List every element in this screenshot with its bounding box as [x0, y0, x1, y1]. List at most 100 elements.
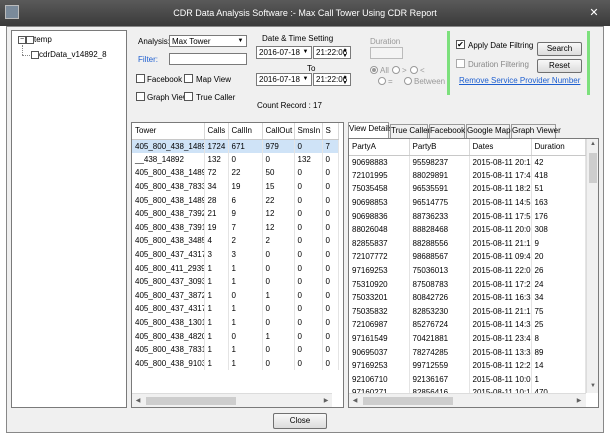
- column-header[interactable]: CallIn: [228, 123, 263, 140]
- tree-checkbox[interactable]: [31, 50, 39, 59]
- duration-gt-radio[interactable]: [392, 66, 400, 74]
- duration-between-radio[interactable]: [404, 77, 412, 85]
- call-detail-row[interactable]: 97169253 99712559 2015-08-11 12:2... 14: [349, 358, 586, 373]
- table-cell: 12: [262, 220, 295, 235]
- tower-row[interactable]: 405_800_437_3872 1 0 1 0 0: [132, 288, 339, 303]
- graph-view-checkbox[interactable]: [136, 92, 145, 101]
- to-time-spinner[interactable]: 21:22:06 ▲ ▼: [313, 73, 351, 86]
- tower-row[interactable]: 405_800_438_48201 1 0 1 0 0: [132, 329, 339, 343]
- scroll-left-icon[interactable]: ◀: [134, 397, 142, 404]
- tree-root-node[interactable]: − temp: [18, 35, 52, 44]
- column-header[interactable]: Dates: [469, 139, 532, 156]
- tower-table[interactable]: Tower Calls CallIn CallOut SmsIn S 405_800_43…: [131, 122, 344, 408]
- tower-row[interactable]: 405_800_438_14892 1724 671 979 0 7: [132, 139, 339, 153]
- duration-eq-radio[interactable]: [378, 77, 386, 85]
- call-detail-row[interactable]: 82855837 88288556 2015-08-11 21:1... 9: [349, 236, 586, 251]
- call-detail-row[interactable]: 75035458 96535591 2015-08-11 18:2... 51: [349, 182, 586, 196]
- tree-checkbox[interactable]: [26, 35, 34, 44]
- tower-row[interactable]: 405_800_437_30931 1 1 0 0 0: [132, 274, 339, 289]
- window-close-button[interactable]: ✕: [586, 5, 602, 21]
- tower-row[interactable]: 405_800_438_13013 1 1 0 0 0: [132, 315, 339, 330]
- tab-view-details[interactable]: View Details: [348, 122, 393, 138]
- to-date-picker[interactable]: 2016-07-18 ▼: [256, 73, 312, 86]
- tower-horizontal-scrollbar[interactable]: ◀ ▶: [132, 393, 332, 407]
- call-detail-row[interactable]: 72106987 85276724 2015-08-11 14:3... 25: [349, 318, 586, 332]
- duration-filtering-checkbox[interactable]: [456, 59, 465, 68]
- search-button[interactable]: Search: [537, 42, 582, 56]
- scroll-thumb[interactable]: [146, 397, 236, 405]
- tree-child-node[interactable]: cdrData_v14892_8: [31, 50, 107, 59]
- map-view-checkbox[interactable]: [184, 74, 193, 83]
- call-detail-row[interactable]: 88026048 88828468 2015-08-11 20:0... 308: [349, 222, 586, 237]
- tower-row[interactable]: 405_800_438_7833 34 19 15 0 0: [132, 179, 339, 194]
- folder-tree[interactable]: − temp cdrData_v14892_8: [11, 30, 127, 408]
- scroll-thumb[interactable]: [363, 397, 453, 405]
- column-header[interactable]: SmsIn: [294, 123, 323, 140]
- duration-lt-radio[interactable]: [410, 66, 418, 74]
- tab-facebook[interactable]: Facebook: [429, 124, 465, 138]
- tower-row[interactable]: 405_800_438_7831 1 1 0 0 0: [132, 342, 339, 357]
- column-header[interactable]: Calls: [204, 123, 229, 140]
- column-header[interactable]: PartyA: [349, 139, 410, 156]
- tower-row[interactable]: 405_800_437_43172 1 1 0 0 0: [132, 302, 339, 316]
- call-detail-row[interactable]: 72107772 98688567 2015-08-11 09:4... 20: [349, 250, 586, 264]
- details-horizontal-scrollbar[interactable]: ◀ ▶: [349, 393, 586, 407]
- call-detail-row[interactable]: 97161549 70421881 2015-08-11 23:4... 8: [349, 331, 586, 346]
- scroll-left-icon[interactable]: ◀: [351, 397, 359, 404]
- table-cell: 25: [531, 318, 586, 332]
- tab-google-maps[interactable]: Google Maps: [466, 124, 515, 138]
- scroll-down-icon[interactable]: ▼: [589, 383, 597, 389]
- call-detail-row[interactable]: 75033201 80842726 2015-08-11 16:3... 34: [349, 290, 586, 305]
- facebook-checkbox[interactable]: [136, 74, 145, 83]
- tower-row[interactable]: 405_800_437_43173 3 3 0 0 0: [132, 247, 339, 262]
- table-cell: 92136167: [409, 372, 470, 387]
- tower-row[interactable]: 405_800_438_14893 28 6 22 0 0: [132, 193, 339, 207]
- table-cell: 0: [262, 356, 295, 371]
- call-details-table[interactable]: PartyA PartyB Dates Duration 90698883 955982…: [348, 138, 599, 408]
- tower-row[interactable]: 405_800_411_29393 1 1 0 0 0: [132, 261, 339, 275]
- spinner-arrows-icon[interactable]: ▲ ▼: [341, 74, 349, 85]
- column-header[interactable]: CallOut: [262, 123, 295, 140]
- call-detail-row[interactable]: 97169253 75036013 2015-08-11 22:0... 26: [349, 263, 586, 278]
- table-cell: 163: [531, 195, 586, 210]
- duration-all-radio[interactable]: [370, 66, 378, 74]
- remove-service-provider-link[interactable]: Remove Service Provider Number: [459, 76, 580, 85]
- column-header[interactable]: Duration: [531, 139, 586, 156]
- close-button[interactable]: Close: [273, 413, 327, 429]
- call-detail-row[interactable]: 92106710 92136167 2015-08-11 10:0... 1: [349, 372, 586, 387]
- tab-true-caller[interactable]: True Caller: [390, 124, 430, 138]
- tower-row[interactable]: 405_800_438_14891 72 22 50 0 0: [132, 166, 339, 180]
- tab-graph-viewer[interactable]: Graph Viewer: [511, 124, 561, 138]
- tower-row[interactable]: 405_800_438_9103 1 1 0 0 0: [132, 356, 339, 371]
- call-detail-row[interactable]: 75310920 87508783 2015-08-11 17:2... 24: [349, 277, 586, 291]
- scroll-right-icon[interactable]: ▶: [322, 397, 330, 404]
- analysis-dropdown[interactable]: Max Tower ▼: [169, 35, 247, 47]
- apply-date-filtering-checkbox[interactable]: ✔: [456, 40, 465, 49]
- scroll-up-icon[interactable]: ▲: [589, 141, 597, 147]
- call-detail-row[interactable]: 75035832 82853230 2015-08-11 21:1... 75: [349, 304, 586, 319]
- call-detail-row[interactable]: 90698853 96514775 2015-08-11 14:5... 163: [349, 195, 586, 210]
- from-time-spinner[interactable]: 21:22:06 ▲ ▼: [313, 46, 351, 59]
- call-detail-row[interactable]: 90695037 78274285 2015-08-11 13:3... 89: [349, 345, 586, 359]
- tower-row[interactable]: __438_14892 132 0 0 132 0: [132, 152, 339, 167]
- duration-input[interactable]: [370, 47, 403, 59]
- reset-button[interactable]: Reset: [537, 59, 582, 73]
- spinner-arrows-icon[interactable]: ▲ ▼: [341, 47, 349, 58]
- tower-row[interactable]: 405_800_438_34851 4 2 2 0 0: [132, 234, 339, 248]
- from-date-picker[interactable]: 2016-07-18 ▼: [256, 46, 312, 59]
- column-header[interactable]: PartyB: [409, 139, 470, 156]
- call-detail-row[interactable]: 72101995 88029891 2015-08-11 17:4... 418: [349, 168, 586, 183]
- details-vertical-scrollbar[interactable]: ▲ ▼: [586, 139, 598, 393]
- call-detail-row[interactable]: 90698883 95598237 2015-08-11 20:1... 42: [349, 155, 586, 169]
- column-header[interactable]: S: [322, 123, 339, 140]
- table-cell: 0: [294, 356, 323, 371]
- filter-input[interactable]: [169, 53, 247, 65]
- tower-row[interactable]: 405_800_438_7391 19 7 12 0 0: [132, 220, 339, 235]
- column-header[interactable]: Tower: [132, 123, 205, 140]
- true-caller-checkbox[interactable]: [184, 92, 193, 101]
- collapse-icon[interactable]: −: [18, 35, 26, 44]
- call-detail-row[interactable]: 90698836 88736233 2015-08-11 17:5... 176: [349, 209, 586, 223]
- scroll-thumb[interactable]: [589, 153, 597, 183]
- scroll-right-icon[interactable]: ▶: [575, 397, 583, 404]
- tower-row[interactable]: 405_800_438_7392 21 9 12 0 0: [132, 206, 339, 221]
